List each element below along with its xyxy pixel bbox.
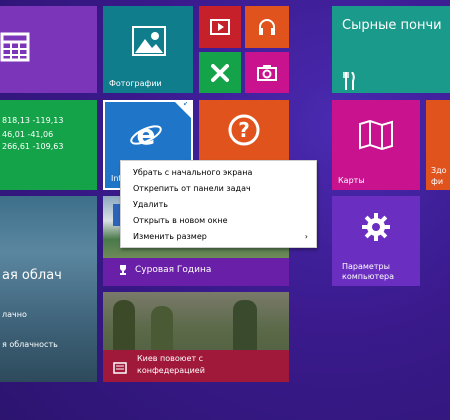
food-title: Сырные пончи xyxy=(342,18,442,33)
health-tile[interactable]: Здо фи xyxy=(426,100,450,190)
soldier-2 xyxy=(151,306,173,352)
weather-forecast-2: я облачность xyxy=(2,340,58,349)
svg-text:e: e xyxy=(137,118,156,151)
camera-icon xyxy=(257,64,277,81)
calendar-tile[interactable] xyxy=(0,6,97,93)
settings-tile[interactable]: Параметры компьютера xyxy=(332,196,420,286)
video-icon xyxy=(210,19,230,35)
chevron-right-icon: › xyxy=(304,232,308,241)
news-headline-line1: Киев повоюет с xyxy=(137,354,204,363)
photos-icon xyxy=(132,26,166,56)
menu-item-resize[interactable]: Изменить размер › xyxy=(121,229,316,245)
weather-forecast-1: лачно xyxy=(2,310,27,319)
settings-label-line2: компьютера xyxy=(342,272,395,281)
internet-explorer-icon: e xyxy=(130,118,162,151)
news-icon xyxy=(113,362,127,374)
weather-tile[interactable]: ая облач лачно я облачность xyxy=(0,196,97,382)
photos-label: Фотографии xyxy=(109,79,162,88)
maps-label: Карты xyxy=(338,176,365,185)
context-menu: Убрать с начального экрана Открепить от … xyxy=(120,160,317,248)
calendar-icon xyxy=(0,32,30,62)
finance-row-3: 266,61 -109,63 xyxy=(2,142,64,151)
maps-tile[interactable]: Карты xyxy=(332,100,420,190)
weather-condition: ая облач xyxy=(2,268,62,283)
checkmark-icon: ✓ xyxy=(182,100,190,109)
finance-row-1: 818,13 -119,13 xyxy=(2,116,64,125)
news-headline-line2: конфедерацией xyxy=(137,366,205,375)
food-tile[interactable]: Сырные пончи xyxy=(332,6,450,93)
sports-news-caption: Суровая Година xyxy=(135,265,212,275)
xbox-icon xyxy=(211,63,229,82)
menu-item-uninstall[interactable]: Удалить xyxy=(121,197,316,213)
finance-row-2: 46,01 -41,06 xyxy=(2,130,54,139)
gear-icon xyxy=(362,213,390,241)
news-tile[interactable]: Киев повоюет с конфедерацией xyxy=(103,292,289,382)
help-icon: ? xyxy=(228,114,260,146)
trophy-icon xyxy=(120,265,126,275)
soldier-1 xyxy=(113,300,135,350)
headphones-icon xyxy=(259,19,275,35)
menu-item-unpin-taskbar[interactable]: Открепить от панели задач xyxy=(121,181,316,197)
help-tile[interactable]: ? xyxy=(199,100,289,160)
finance-tile[interactable]: 818,13 -119,13 46,01 -41,06 266,61 -109,… xyxy=(0,100,97,190)
menu-item-open-new-window[interactable]: Открыть в новом окне xyxy=(121,213,316,229)
camera-tile[interactable] xyxy=(245,52,289,93)
games-tile[interactable] xyxy=(199,52,241,93)
music-tile[interactable] xyxy=(245,6,289,48)
menu-item-unpin-start[interactable]: Убрать с начального экрана xyxy=(121,165,316,181)
svg-text:?: ? xyxy=(238,118,250,142)
photos-tile[interactable]: Фотографии xyxy=(103,6,193,93)
map-icon xyxy=(359,120,393,150)
fork-knife-icon xyxy=(343,72,355,90)
soldier-3 xyxy=(233,300,257,352)
health-label-line1: Здо xyxy=(431,166,447,175)
health-label-line2: фи xyxy=(431,177,444,186)
settings-label-line1: Параметры xyxy=(342,262,390,271)
video-tile[interactable] xyxy=(199,6,241,48)
